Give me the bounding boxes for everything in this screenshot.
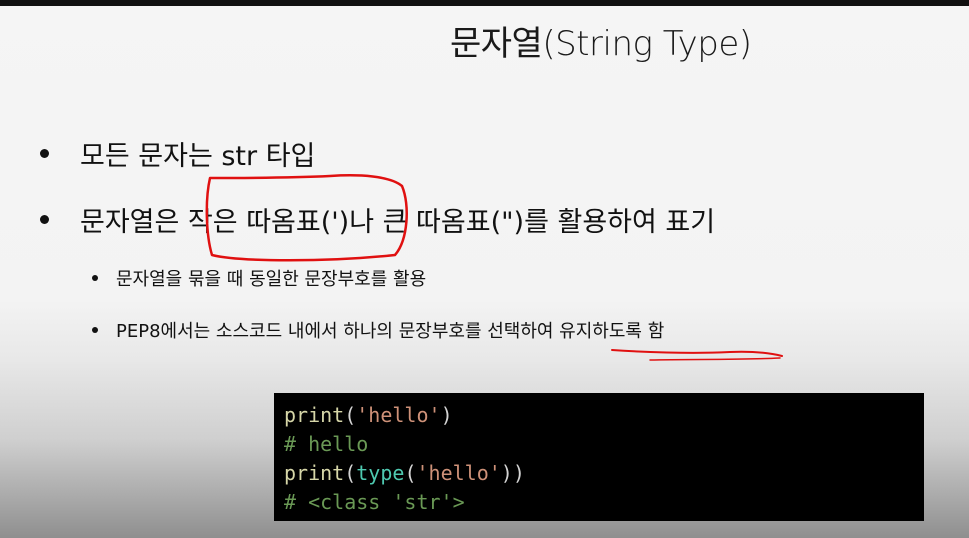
slide: 문자열(String Type) 모든 문자는 str 타입 문자열은 작은 따… [0, 0, 969, 538]
bullet-text: 문자열은 작은 따옴표(')나 큰 따옴표(")를 활용하여 표기 [80, 207, 716, 238]
bullet-dot-icon [40, 149, 49, 158]
code-function: print [284, 403, 345, 427]
code-punct: )) [500, 461, 525, 485]
slide-title: 문자열(String Type) [450, 24, 752, 64]
code-string: 'hello' [356, 403, 441, 427]
code-comment: # <class 'str'> [284, 490, 465, 514]
code-punct: ( [404, 461, 417, 485]
code-function: print [284, 461, 345, 485]
bullet-dot-icon [40, 215, 49, 224]
code-punct: ( [344, 461, 357, 485]
code-builtin: type [356, 461, 405, 485]
code-comment: # hello [284, 432, 369, 456]
bullet-text: 모든 문자는 str 타입 [80, 141, 316, 172]
code-punct: ) [440, 403, 453, 427]
annotation-underline-1 [611, 349, 783, 357]
code-string: 'hello' [416, 461, 501, 485]
code-punct: ( [344, 403, 357, 427]
code-line: print(type('hello')) [284, 463, 525, 483]
code-block: print('hello') # hello print(type('hello… [274, 393, 924, 521]
annotation-underline-2 [649, 357, 781, 361]
top-bar [0, 0, 969, 6]
sub-bullet-text: 문자열을 묶을 때 동일한 문장부호를 활용 [116, 269, 427, 290]
code-line: print('hello') [284, 405, 453, 425]
sub-bullet-dot-icon [92, 327, 98, 333]
sub-bullet-text: PEP8에서는 소스코드 내에서 하나의 문장부호를 선택하여 유지하도록 함 [116, 321, 665, 342]
sub-bullet-dot-icon [92, 275, 98, 281]
